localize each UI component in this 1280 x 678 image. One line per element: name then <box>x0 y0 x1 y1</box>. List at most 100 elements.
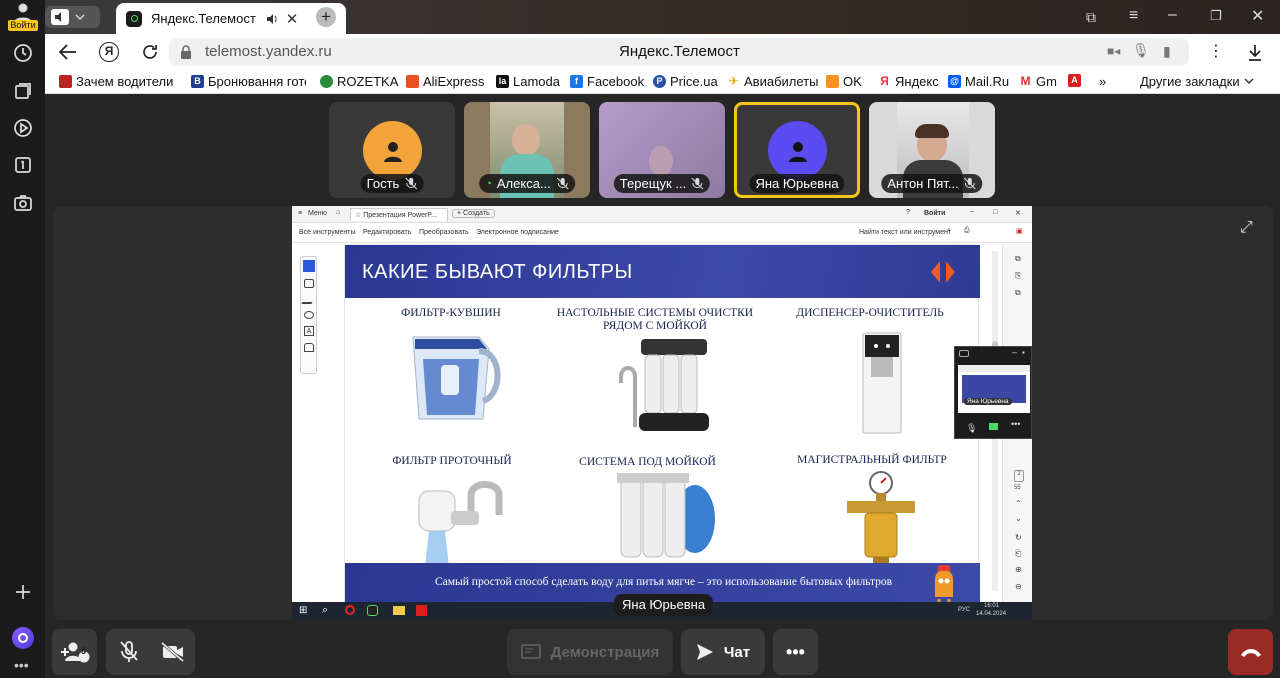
mic-off-button[interactable] <box>107 641 151 663</box>
bookmark-item[interactable]: P Price.ua <box>653 74 718 89</box>
bookmarks-more[interactable]: » <box>1099 74 1106 89</box>
viewer-tab[interactable]: ☆ Презентация PowerP... <box>350 208 448 221</box>
participants-button[interactable]: 5 <box>52 629 97 675</box>
participant-tile[interactable]: Терещук ... <box>599 102 725 198</box>
bookmark-icon[interactable]: ▮ <box>1163 43 1171 60</box>
search-icon[interactable]: ⌕ <box>947 227 951 235</box>
counter-icon[interactable] <box>9 151 36 178</box>
camera-off-button[interactable] <box>151 642 195 662</box>
bookmark-item[interactable]: f Facebook <box>570 74 644 89</box>
shared-screen[interactable]: ≡ Меню ⌂ ☆ Презентация PowerP... + Созда… <box>292 206 1032 620</box>
viewer-minimize-icon[interactable]: – <box>970 208 974 215</box>
collections-icon[interactable] <box>9 77 36 104</box>
tool-sign[interactable]: Электронное подписание <box>476 229 559 236</box>
page-number-box[interactable]: 2 <box>1014 470 1024 482</box>
telemost-app-icon[interactable] <box>367 605 378 616</box>
bookmark-item[interactable]: OK <box>826 74 862 89</box>
profile-avatar[interactable]: Войти <box>8 2 38 31</box>
tab-audio-icon[interactable] <box>266 13 278 24</box>
reload-icon[interactable] <box>141 43 159 61</box>
tool-edit[interactable]: Редактировать <box>363 229 411 236</box>
hangup-button[interactable] <box>1228 629 1273 675</box>
restore-icon[interactable]: ❐ <box>1210 8 1222 24</box>
share-panel-icon[interactable]: ⎘ <box>1015 271 1021 281</box>
tool-convert[interactable]: Преобразовать <box>419 229 469 236</box>
minimize-icon[interactable]: – <box>1168 6 1177 24</box>
viewer-search[interactable]: Найти текст или инструмент <box>859 229 951 236</box>
menu-icon[interactable]: ≡ <box>1129 7 1138 25</box>
add-icon[interactable] <box>9 578 36 605</box>
bookmark-item[interactable]: Я Яндекс <box>878 74 939 89</box>
new-tab-button[interactable]: + <box>316 7 336 27</box>
mini-mic-icon[interactable]: 🎙 <box>966 423 977 434</box>
windows-start-icon[interactable]: ⊞ <box>299 605 307 616</box>
viewer-menu[interactable]: Меню <box>308 210 327 217</box>
text-tool-icon[interactable]: A <box>304 326 314 336</box>
bookmark-item[interactable]: Зачем водители в <box>59 74 176 89</box>
url-text[interactable]: telemost.yandex.ru <box>205 43 332 60</box>
viewer-login[interactable]: Войти <box>924 210 945 217</box>
tab-audio-group[interactable] <box>45 6 100 28</box>
comment-tool-icon[interactable] <box>304 279 314 288</box>
mini-call-window[interactable]: – ▪ Яна Юрьевна 🎙 ••• <box>954 346 1032 439</box>
home-icon[interactable]: ⌂ <box>336 209 340 216</box>
more-icon[interactable]: ••• <box>14 657 29 673</box>
mini-share-icon[interactable] <box>989 423 998 430</box>
chat-button[interactable]: Чат <box>681 629 765 675</box>
screen-share-button[interactable]: Демонстрация <box>507 629 673 675</box>
screenshot-icon[interactable] <box>9 189 36 216</box>
tab-close-icon[interactable]: ✕ <box>286 10 299 28</box>
print-icon[interactable]: ⎙ <box>964 227 970 235</box>
bookmark-item[interactable]: AliExpress <box>406 74 484 89</box>
folder-icon[interactable] <box>393 606 405 615</box>
more-vert-icon[interactable]: ⋮ <box>1208 41 1224 61</box>
fit-icon[interactable]: ⎗ <box>1015 549 1021 559</box>
rotate-icon[interactable]: ↻ <box>1015 533 1022 542</box>
participant-tile-active[interactable]: Яна Юрьевна <box>734 102 860 198</box>
bookmark-item[interactable]: A <box>1068 74 1081 87</box>
stamp-tool-icon[interactable] <box>304 343 314 352</box>
participant-tile[interactable]: ◔ Алекса... <box>464 102 590 198</box>
comment-panel-icon[interactable]: ⧉ <box>1015 254 1021 264</box>
history-icon[interactable] <box>9 39 36 66</box>
pages-panel-icon[interactable]: ⧉ <box>1015 288 1021 298</box>
taskbar-search-icon[interactable]: ⌕ <box>322 604 328 617</box>
yandex-icon[interactable]: Я <box>99 42 119 62</box>
login-badge[interactable]: Войти <box>8 20 38 31</box>
page-down-icon[interactable]: ⌄ <box>1015 514 1022 523</box>
hamburger-icon[interactable]: ≡ <box>298 210 302 217</box>
participant-tile[interactable]: Гость <box>329 102 455 198</box>
camera-icon[interactable]: ■◂ <box>1107 44 1120 58</box>
mini-minimize-icon[interactable]: – <box>1012 347 1017 357</box>
bookmark-item[interactable]: @ Mail.Ru <box>948 74 1009 89</box>
lasso-tool-icon[interactable] <box>304 311 314 319</box>
new-viewer-tab[interactable]: + Создать <box>452 209 495 218</box>
zoom-out-icon[interactable]: ⊖ <box>1015 582 1022 591</box>
bookmark-item[interactable]: ✈ Авиабилеты <box>727 74 818 89</box>
page-up-icon[interactable]: ⌃ <box>1015 499 1022 508</box>
bookmark-item[interactable]: la Lamoda <box>496 74 560 89</box>
more-options-button[interactable]: ••• <box>773 629 818 675</box>
tab-telemost[interactable]: Яндекс.Телемост ✕ <box>116 3 346 34</box>
taskbar-lang[interactable]: РУС <box>958 607 970 613</box>
mic-icon[interactable]: 🎙 <box>1132 42 1150 59</box>
participant-tile[interactable]: Антон Пят... <box>869 102 995 198</box>
opera-icon[interactable] <box>345 605 355 615</box>
zoom-in-icon[interactable]: ⊕ <box>1015 565 1022 574</box>
other-bookmarks[interactable]: Другие закладки <box>1140 74 1254 89</box>
pdf-save-icon[interactable]: ▣ <box>1016 227 1023 235</box>
cursor-tool-icon[interactable] <box>303 260 315 272</box>
mini-more-icon[interactable]: ••• <box>1011 419 1020 429</box>
tool-all[interactable]: Все инструменты <box>299 229 356 236</box>
bookmark-item[interactable]: ROZETKA <box>320 74 398 89</box>
bookmark-item[interactable]: B Бронювання готе <box>191 74 306 89</box>
close-window-icon[interactable]: ✕ <box>1251 6 1264 26</box>
bookmark-item[interactable]: M Gm <box>1019 74 1057 89</box>
mini-expand-icon[interactable]: ▪ <box>1022 348 1025 357</box>
download-icon[interactable] <box>1247 44 1263 61</box>
play-icon[interactable] <box>9 114 36 141</box>
help-icon[interactable]: ? <box>906 209 910 216</box>
viewer-restore-icon[interactable]: □ <box>993 209 997 216</box>
address-bar[interactable]: telemost.yandex.ru Яндекс.Телемост ■◂ 🎙 … <box>169 38 1189 66</box>
acrobat-taskbar-icon[interactable] <box>416 605 427 616</box>
